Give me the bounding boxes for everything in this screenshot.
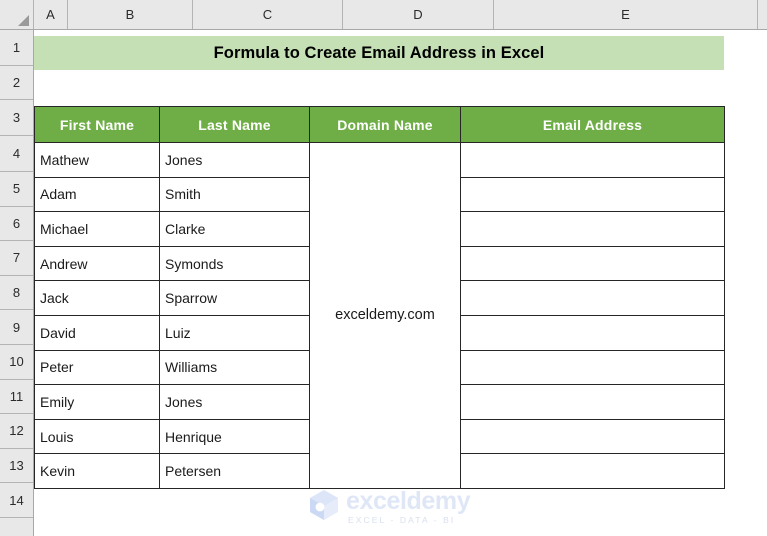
cell-last-name-text: Clarke	[165, 220, 206, 237]
cell-first-name[interactable]: Adam	[34, 176, 160, 213]
cell-last-name[interactable]: Jones	[159, 384, 310, 420]
cell-first-name[interactable]: Andrew	[34, 245, 160, 282]
row-header-7[interactable]: 7	[0, 241, 33, 276]
row-header-9[interactable]: 9	[0, 310, 33, 345]
row-header-6[interactable]: 6	[0, 206, 33, 242]
cell-last-name-text: Sparrow	[165, 290, 218, 307]
cell-first-name-text: Peter	[40, 359, 74, 376]
cell-first-name-text: David	[40, 324, 76, 341]
cell-last-name[interactable]: Henrique	[159, 418, 310, 455]
cell-first-name-text: Andrew	[40, 255, 88, 272]
spreadsheet-window: Formula to Create Email Address in Excel…	[0, 0, 767, 536]
column-header-strip: ABCDE	[0, 0, 767, 30]
row-header-4[interactable]: 4	[0, 136, 33, 172]
cell-first-name[interactable]: Jack	[34, 280, 160, 316]
cell-first-name[interactable]: David	[34, 314, 160, 351]
row-header-13[interactable]: 13	[0, 448, 33, 484]
column-header-last-name[interactable]: Last Name	[159, 106, 310, 143]
cell-last-name[interactable]: Sparrow	[159, 280, 310, 316]
cell-first-name[interactable]: Kevin	[34, 453, 160, 489]
cell-first-name-text: Kevin	[40, 463, 76, 480]
cell-email-address[interactable]	[460, 142, 725, 178]
cell-email-address[interactable]	[460, 453, 725, 489]
cell-first-name[interactable]: Peter	[34, 349, 160, 386]
cell-email-address[interactable]	[460, 418, 725, 455]
row-header-strip: 1 2 3 4 5 6 7 8 9 10 11 12 13 14	[0, 30, 34, 536]
row-header-14[interactable]: 14	[0, 483, 33, 518]
column-header-a[interactable]: A	[34, 0, 68, 29]
cell-last-name[interactable]: Williams	[159, 349, 310, 386]
column-header-first-name[interactable]: First Name	[34, 106, 160, 143]
row-header-1[interactable]: 1	[0, 30, 33, 66]
cell-last-name-text: Symonds	[165, 255, 224, 272]
cell-first-name[interactable]: Mathew	[34, 142, 160, 178]
column-header-e[interactable]: E	[494, 0, 758, 29]
row-header-10[interactable]: 10	[0, 345, 33, 380]
title-banner-text: Formula to Create Email Address in Excel	[213, 43, 545, 62]
cell-email-address[interactable]	[460, 314, 725, 351]
cell-first-name-text: Emily	[40, 393, 75, 410]
cell-last-name[interactable]: Symonds	[159, 245, 310, 282]
title-banner-cell[interactable]: Formula to Create Email Address in Excel	[34, 36, 724, 70]
cell-email-address[interactable]	[460, 245, 725, 282]
cell-last-name[interactable]: Clarke	[159, 211, 310, 247]
cell-email-address[interactable]	[460, 349, 725, 386]
cell-last-name-text: Williams	[165, 359, 218, 376]
data-table: First Name Last Name Domain Name Email A…	[34, 106, 725, 489]
cell-last-name-text: Jones	[165, 151, 203, 168]
cell-last-name-text: Henrique	[165, 428, 222, 445]
cell-last-name[interactable]: Petersen	[159, 453, 310, 489]
select-all-corner-button[interactable]	[0, 0, 34, 29]
cell-last-name-text: Luiz	[165, 324, 191, 341]
row-header-2[interactable]: 2	[0, 66, 33, 100]
row-header-8[interactable]: 8	[0, 275, 33, 311]
row-header-11[interactable]: 11	[0, 379, 33, 415]
column-header-d[interactable]: D	[343, 0, 494, 29]
cell-last-name-text: Smith	[165, 186, 201, 203]
cell-last-name[interactable]: Luiz	[159, 314, 310, 351]
column-header-email-address[interactable]: Email Address	[460, 106, 725, 143]
table-row: Mathew Jones exceldemy.com	[34, 142, 725, 489]
cell-first-name-text: Jack	[40, 290, 69, 307]
select-all-triangle-icon	[18, 15, 29, 26]
cell-email-address[interactable]	[460, 211, 725, 247]
cell-first-name[interactable]: Emily	[34, 384, 160, 420]
cell-first-name-text: Mathew	[40, 151, 90, 168]
cell-email-address[interactable]	[460, 280, 725, 316]
table-header-row: First Name Last Name Domain Name Email A…	[34, 106, 725, 143]
column-header-b[interactable]: B	[68, 0, 193, 29]
cell-first-name[interactable]: Michael	[34, 211, 160, 247]
row-header-3[interactable]: 3	[0, 100, 33, 136]
row-header-5[interactable]: 5	[0, 172, 33, 207]
cell-first-name[interactable]: Louis	[34, 418, 160, 455]
column-header-c[interactable]: C	[193, 0, 343, 29]
column-header-domain-name[interactable]: Domain Name	[309, 106, 461, 143]
row-header-12[interactable]: 12	[0, 414, 33, 449]
cell-first-name-text: Louis	[40, 428, 74, 445]
cell-first-name-text: Michael	[40, 220, 89, 237]
cell-email-address[interactable]	[460, 384, 725, 420]
cell-email-address[interactable]	[460, 176, 725, 213]
cell-domain-name-text: exceldemy.com	[335, 307, 435, 324]
cell-last-name-text: Petersen	[165, 463, 222, 480]
cell-last-name[interactable]: Jones	[159, 142, 310, 178]
cell-last-name[interactable]: Smith	[159, 176, 310, 213]
cell-last-name-text: Jones	[165, 393, 203, 410]
cell-domain-name-merged[interactable]: exceldemy.com	[309, 142, 461, 489]
cell-first-name-text: Adam	[40, 186, 77, 203]
